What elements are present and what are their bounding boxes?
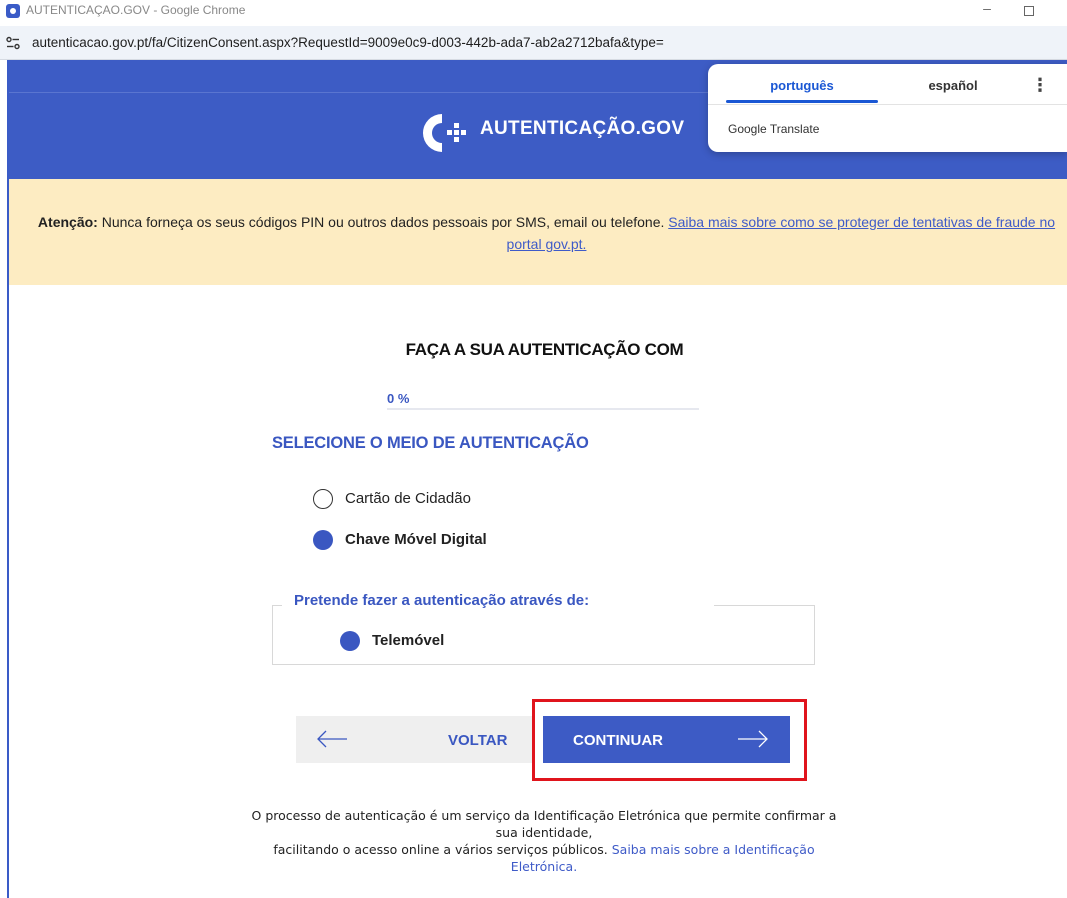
warning-prefix: Atenção: [37,214,98,230]
favicon-icon [6,4,20,18]
progress-label: 0 % [387,391,410,406]
more-options-icon[interactable]: ⋮ [1030,74,1050,98]
footer-text: O processo de autenticação é um serviço … [247,807,841,875]
progress-bar [387,408,699,410]
page-title: FAÇA A SUA AUTENTICAÇÃO COM [405,340,684,359]
back-button-label: VOLTAR [448,732,508,749]
translate-divider [708,104,1067,105]
warning-banner: Atenção: Nunca forneça os seus códigos P… [9,179,1067,285]
back-button[interactable]: VOLTAR [296,716,532,763]
option-telemovel[interactable]: Telemóvel [340,630,480,652]
site-info-icon[interactable] [5,35,21,51]
footer-line-1: O processo de autenticação é um serviço … [251,808,837,840]
translate-tab-indicator [726,100,878,103]
address-bar: autenticacao.gov.pt/fa/CitizenConsent.as… [0,26,1067,60]
arrow-left-icon [317,730,347,748]
translate-popup: português español ⋮ Google Translate [708,64,1067,152]
section-heading: SELECIONE O MEIO DE AUTENTICAÇÃO [272,434,589,452]
window-title: AUTENTICAÇAO.GOV - Google Chrome [26,3,246,17]
option-cartao-cidadao[interactable]: Cartão de Cidadão [313,488,513,510]
browser-titlebar: AUTENTICAÇAO.GOV - Google Chrome – [0,0,1067,26]
option-label: Chave Móvel Digital [345,531,487,548]
autenticacao-logo-icon [422,114,466,152]
maximize-button[interactable] [1024,6,1034,16]
option-label: Telemóvel [372,632,445,649]
translate-tab-spanish[interactable]: español [886,78,1020,93]
radio-unchecked-icon[interactable] [313,489,333,509]
radio-checked-icon[interactable] [313,530,333,550]
option-chave-movel-digital[interactable]: Chave Móvel Digital [313,529,513,551]
warning-message: Nunca forneça os seus códigos PIN ou out… [97,214,669,230]
radio-checked-icon[interactable] [340,631,360,651]
footer-line-2: facilitando o acesso online a vários ser… [273,842,612,857]
highlight-annotation [532,699,807,781]
method-legend: Pretende fazer a autenticação através de… [282,592,714,609]
minimize-button[interactable]: – [980,1,994,17]
translate-brand: Google Translate [728,122,820,136]
warning-text: Atenção: Nunca forneça os seus códigos P… [29,211,1064,255]
translate-tab-portuguese[interactable]: português [726,78,878,93]
option-label: Cartão de Cidadão [345,490,471,507]
url-field[interactable]: autenticacao.gov.pt/fa/CitizenConsent.as… [32,35,664,50]
logo-text: AUTENTICAÇÃO.GOV [480,118,685,139]
